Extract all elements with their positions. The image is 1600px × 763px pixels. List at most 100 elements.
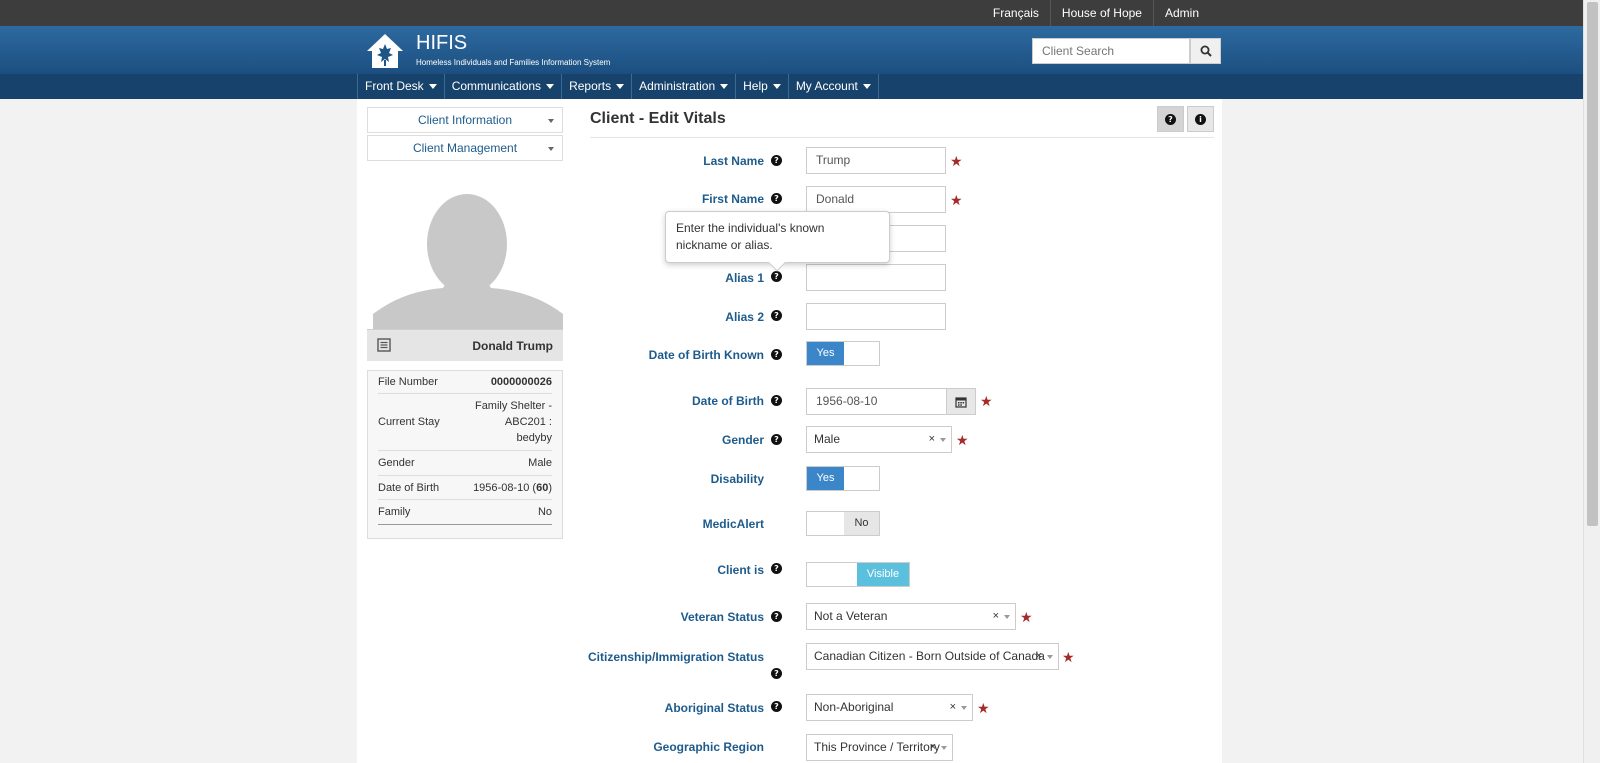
main-nav: Front Desk Communications Reports Admini…: [357, 74, 879, 99]
dob-known-label: Date of Birth Known: [648, 348, 764, 362]
gender-select[interactable]: Male ×: [806, 426, 952, 453]
summary-label: Date of Birth: [378, 481, 440, 494]
tooltip-text: Enter the individual's known nickname or…: [676, 221, 825, 252]
nav-label: Help: [743, 79, 768, 93]
geographic-region-value: This Province / Territory: [814, 740, 940, 754]
medicalert-toggle[interactable]: No: [806, 511, 880, 536]
medicalert-label: MedicAlert: [702, 517, 764, 531]
nav-help[interactable]: Help: [736, 74, 789, 99]
clear-icon[interactable]: ×: [929, 427, 935, 452]
date-picker-button[interactable]: [946, 388, 976, 415]
aboriginal-status-select[interactable]: Non-Aboriginal ×: [806, 694, 973, 721]
toggle-visible-label: Visible: [857, 563, 909, 586]
nav-communications[interactable]: Communications: [445, 74, 563, 99]
geographic-region-label: Geographic Region: [653, 740, 764, 754]
chevron-down-icon: [546, 84, 555, 89]
nav-label: Front Desk: [365, 79, 424, 93]
gender-value: Male: [814, 432, 841, 446]
chevron-down-icon: [862, 84, 871, 89]
citizenship-label: Citizenship/Immigration Status: [587, 650, 764, 664]
caret-down-icon: [940, 438, 946, 442]
disability-toggle[interactable]: Yes: [806, 466, 880, 491]
caret-down-icon: [961, 706, 967, 710]
utility-links: Français House of Hope Admin: [982, 0, 1210, 26]
geographic-region-select[interactable]: This Province / Territory ×: [806, 734, 953, 761]
question-circle-icon[interactable]: ?: [771, 701, 782, 712]
info-button[interactable]: i: [1187, 106, 1214, 132]
summary-value: Family Shelter - ABC201 : bedyby: [474, 400, 552, 444]
nav-front-desk[interactable]: Front Desk: [358, 74, 445, 99]
question-circle-icon[interactable]: ?: [771, 395, 782, 406]
client-search-input[interactable]: [1032, 38, 1190, 64]
page-scrollbar[interactable]: [1583, 0, 1600, 763]
caret-down-icon: [1004, 615, 1010, 619]
question-circle-icon[interactable]: ?: [771, 155, 782, 166]
question-circle-icon[interactable]: ?: [771, 193, 782, 204]
clear-icon[interactable]: ×: [1036, 644, 1042, 669]
summary-label: Family: [378, 506, 411, 518]
language-link[interactable]: Français: [982, 0, 1050, 26]
question-circle-icon[interactable]: ?: [771, 668, 782, 679]
alias2-label: Alias 2: [725, 310, 764, 324]
nav-my-account[interactable]: My Account: [789, 74, 879, 99]
client-information-dropdown[interactable]: Client Information: [367, 107, 563, 133]
clear-icon[interactable]: ×: [930, 735, 936, 760]
client-information-label: Client Information: [417, 113, 513, 127]
main-navbar: Front Desk Communications Reports Admini…: [0, 74, 1583, 99]
summary-row: File Number 0000000026: [378, 371, 552, 394]
summary-label: File Number: [378, 376, 438, 388]
alias1-field[interactable]: [806, 264, 946, 291]
organization-link[interactable]: House of Hope: [1049, 0, 1153, 26]
clear-icon[interactable]: ×: [993, 604, 999, 629]
page-title: Client - Edit Vitals: [590, 110, 726, 127]
question-circle-icon[interactable]: ?: [771, 349, 782, 360]
veteran-status-value: Not a Veteran: [814, 609, 888, 623]
chevron-down-icon: [616, 84, 625, 89]
aboriginal-status-label: Aboriginal Status: [664, 701, 764, 715]
title-divider: [590, 137, 1214, 138]
scrollbar-thumb[interactable]: [1587, 2, 1598, 526]
citizenship-select[interactable]: Canadian Citizen - Born Outside of Canad…: [806, 643, 1059, 670]
nav-label: Communications: [451, 79, 542, 93]
question-circle-icon[interactable]: ?: [771, 563, 782, 574]
nav-reports[interactable]: Reports: [562, 74, 633, 99]
client-name: Donald Trump: [472, 339, 553, 353]
dob-value: 1956-08-10: [473, 481, 530, 494]
utility-bar: Français House of Hope Admin: [0, 0, 1583, 26]
user-link[interactable]: Admin: [1152, 0, 1210, 26]
summary-value: No: [537, 506, 552, 518]
question-circle-icon[interactable]: ?: [771, 310, 782, 321]
required-star-icon: ★: [950, 192, 963, 208]
client-is-label: Client is: [717, 563, 764, 577]
summary-row: Family No: [378, 500, 552, 525]
info-circle-icon: i: [1195, 113, 1206, 125]
app-title: HIFIS: [416, 32, 468, 54]
clear-icon[interactable]: ×: [950, 695, 956, 720]
required-star-icon: ★: [980, 393, 993, 409]
search-icon: [1200, 45, 1212, 57]
summary-row: Gender Male: [378, 451, 552, 476]
last-name-field[interactable]: Trump: [806, 147, 946, 174]
client-management-dropdown[interactable]: Client Management: [367, 135, 563, 161]
nav-label: Administration: [639, 79, 716, 93]
question-circle-icon[interactable]: ?: [771, 611, 782, 622]
alias2-field[interactable]: [806, 303, 946, 330]
question-circle-icon[interactable]: ?: [771, 434, 782, 445]
summary-label: Gender: [378, 457, 415, 469]
search-button[interactable]: [1190, 38, 1221, 64]
age-value: 60: [536, 481, 549, 494]
summary-label: Current Stay: [378, 416, 440, 428]
caret-down-icon: [1047, 655, 1053, 659]
help-button[interactable]: ?: [1157, 106, 1184, 132]
veteran-status-select[interactable]: Not a Veteran ×: [806, 603, 1016, 630]
nav-administration[interactable]: Administration: [632, 74, 737, 99]
toggle-on-label: Yes: [807, 467, 844, 490]
dob-field[interactable]: 1956-08-10: [806, 388, 947, 415]
first-name-field[interactable]: Donald: [806, 186, 946, 213]
chevron-down-icon: [428, 84, 437, 89]
alias1-label: Alias 1: [725, 271, 764, 285]
dob-known-toggle[interactable]: Yes: [806, 341, 880, 366]
client-visibility-toggle[interactable]: Visible: [806, 562, 910, 587]
question-circle-icon[interactable]: ?: [771, 271, 782, 282]
id-card-icon[interactable]: [377, 338, 391, 352]
